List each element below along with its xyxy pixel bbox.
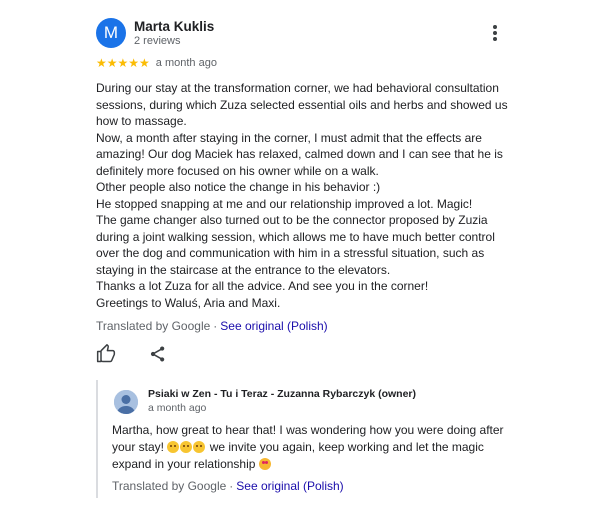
review-text-line: Other people also notice the change in h… [96,180,381,194]
smiling-face-emoji [193,441,206,453]
more-options-icon [493,25,497,29]
review-text-line: over the dog and communication with him … [96,246,485,260]
reply-text-fragment: your stay! [112,440,165,454]
review-text-line: staying in the staircase at the entrance… [96,262,391,277]
share-icon [150,346,165,362]
review-text-line: definitely more focused on his owner whi… [96,163,379,178]
reviewer-name[interactable]: Marta Kuklis [134,19,214,34]
review-text-line: Greetings to Waluś, Aria and Maxi. [96,295,281,310]
reply-text-line: Martha, how great to hear that! I was wo… [112,423,504,437]
star-rating: ★★★★★ [96,56,150,70]
review-date: a month ago [155,57,217,69]
owner-name: Psiaki w Zen - Tu i Teraz - Zuzanna Ryba… [148,388,417,400]
separator: · [213,319,218,333]
review-text-line: During our stay at the transformation co… [96,81,499,95]
translated-by-google-label: Translated by Google [96,319,211,333]
review-text-line: during a joint walking session, which al… [96,229,495,244]
reply-text-line: your stay! we invite you again, keep wor… [112,439,512,456]
review-text: During our stay at the transformation co… [96,80,516,311]
reply-text-fragment: expand in your relationship [112,457,256,471]
share-button[interactable] [148,344,168,364]
owner-reply: Psiaki w Zen - Tu i Teraz - Zuzanna Ryba… [96,380,518,498]
review-text-line: Now, a month after staying in the corner… [96,130,482,145]
review-text-line: amazing! Our dog Maciek has relaxed, cal… [96,147,503,161]
see-original-link[interactable]: See original (Polish) [220,319,327,333]
more-options-icon-dot [493,31,497,35]
more-options-button[interactable] [487,22,503,44]
person-icon [114,390,138,414]
review-card: M Marta Kuklis 2 reviews ★★★★★ a month a… [0,0,600,512]
reply-text-fragment: we invite you again, keep working and le… [209,440,484,454]
more-options-icon-dot [493,37,497,41]
reply-text-line: expand in your relationship [112,456,512,473]
like-button[interactable] [96,344,116,364]
see-original-link[interactable]: See original (Polish) [236,479,343,493]
thumbs-up-icon [96,344,116,363]
smiling-face-emoji [167,441,180,453]
heart-eyes-emoji [258,458,271,470]
reply-translation-notice: Translated by Google · See original (Polis… [112,479,344,493]
review-text-line: He stopped snapping at me and our relati… [96,196,473,211]
review-text-line: The game changer also turned out to be t… [96,213,488,227]
review-text-line: Thanks a lot Zuza for all the advice. An… [96,279,429,293]
translated-by-google-label: Translated by Google [112,479,227,493]
review-text-line: how to massage. [96,114,187,128]
rating-row: ★★★★★ a month ago [96,56,217,70]
translation-notice: Translated by Google · See original (Polis… [96,319,328,333]
owner-reply-date: a month ago [148,402,207,414]
owner-reply-text: Martha, how great to hear that! I was wo… [112,422,512,473]
reviewer-review-count: 2 reviews [134,35,181,47]
owner-avatar [114,390,138,414]
review-text-line: sessions, during which Zuza selected ess… [96,97,508,112]
smiling-face-emoji [180,441,193,453]
separator: · [229,479,234,493]
reviewer-avatar[interactable]: M [96,18,126,48]
